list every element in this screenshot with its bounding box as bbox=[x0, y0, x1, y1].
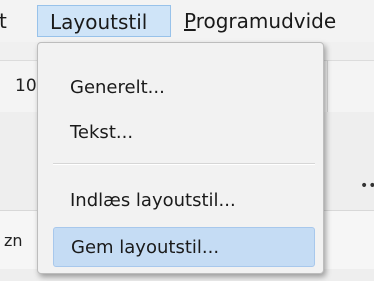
menu-programudvidelser[interactable]: Programudvide bbox=[184, 5, 336, 37]
menu-partial-item[interactable]: t bbox=[0, 5, 7, 37]
background-sidebar-text: zn bbox=[4, 231, 23, 250]
menu-separator bbox=[53, 163, 315, 165]
menu-bar: t Layoutstil Programudvide bbox=[0, 0, 374, 42]
layoutstil-dropdown-menu: Generelt... Tekst... Indlæs layoutstil..… bbox=[37, 42, 324, 274]
menu-item-gem-layoutstil[interactable]: Gem layoutstil... bbox=[53, 227, 315, 267]
background-toolbar-cell bbox=[327, 60, 374, 112]
menu-programudvidelser-label: rogramudvide bbox=[195, 9, 337, 33]
menu-programudvidelser-mnemonic: P bbox=[184, 9, 196, 33]
menu-item-generelt[interactable]: Generelt... bbox=[53, 68, 315, 108]
menu-item-indlaes-layoutstil[interactable]: Indlæs layoutstil... bbox=[53, 181, 315, 221]
menu-layoutstil[interactable]: Layoutstil bbox=[37, 5, 171, 37]
background-toolbar-text: 10 bbox=[15, 76, 37, 96]
background-marker: •• bbox=[360, 178, 374, 194]
menu-item-tekst[interactable]: Tekst... bbox=[53, 113, 315, 153]
